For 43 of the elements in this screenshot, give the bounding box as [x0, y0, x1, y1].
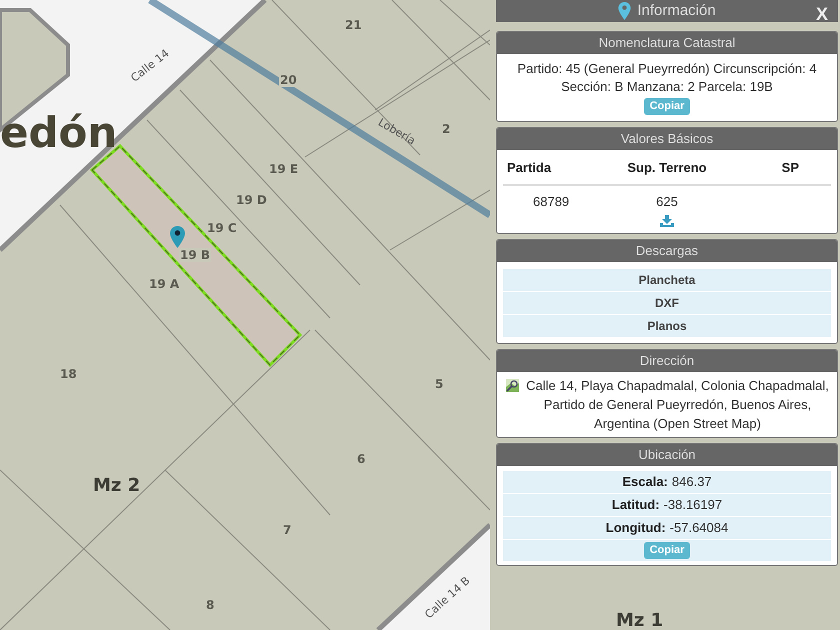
column-header: Partida — [506, 159, 552, 177]
parcel-number: 2 — [441, 122, 452, 136]
close-button[interactable]: X — [816, 1, 828, 28]
parcel-number: 5 — [434, 377, 444, 391]
block-label: Mz 2 — [93, 474, 140, 498]
section-header: Valores Básicos — [497, 128, 837, 150]
parcel-number: 6 — [356, 452, 366, 466]
parcel-number: 18 — [59, 367, 78, 381]
parcel-number: 7 — [282, 523, 292, 537]
parcel-number: 19 D — [235, 193, 268, 207]
download-link[interactable]: DXF — [503, 291, 831, 314]
table-cell-text: 625 — [655, 192, 679, 210]
map-search-icon — [505, 378, 520, 393]
map-pin-icon[interactable] — [170, 226, 185, 248]
parcel-number: 19 A — [148, 277, 180, 291]
cadastral-text: Partido: 45 (General Pueyrredón) Circunscripción: 4 Sección: B Manzana: 2 Parcela: 19B — [516, 60, 818, 96]
field-value: -38.16197 — [664, 496, 722, 514]
parcel-number: 19 B — [179, 248, 212, 262]
place-label: edón — [0, 112, 118, 154]
download-link[interactable]: Planos — [503, 314, 831, 337]
address-text: Calle 14, Playa Chapadmalal, Colonia Chapadmalal, Partido de General Pueyrredón, Buenos Aires, Argentina (Open Street Map) — [526, 377, 829, 433]
section-header: Ubicación — [497, 444, 837, 466]
parcel-number: 19 E — [268, 162, 300, 176]
panel-title: Información — [637, 0, 716, 21]
parcel-number: 19 C — [206, 221, 238, 235]
field-value: -57.64084 — [670, 519, 728, 537]
block-label: Mz 1 — [616, 609, 664, 630]
column-header: Sup. Terreno — [626, 159, 708, 177]
table-cell-text: 68789 — [532, 192, 570, 210]
download-link[interactable]: Plancheta — [503, 268, 831, 291]
field-label: Latitud: — [612, 496, 660, 514]
section-header: Descargas — [497, 240, 837, 262]
section-header: Dirección — [497, 350, 837, 372]
parcel-number: 20 — [279, 73, 298, 87]
field-label: Escala: — [622, 473, 668, 491]
field-label: Longitud: — [606, 519, 666, 537]
street-label: Calle 14 — [128, 46, 173, 87]
section-header: Nomenclatura Catastral — [497, 32, 837, 54]
parcel-number: 8 — [205, 598, 216, 612]
download-icon[interactable] — [660, 215, 674, 227]
parcel-number: 21 — [344, 18, 363, 32]
field-value: 846.37 — [672, 473, 712, 491]
column-header: SP — [780, 159, 800, 177]
